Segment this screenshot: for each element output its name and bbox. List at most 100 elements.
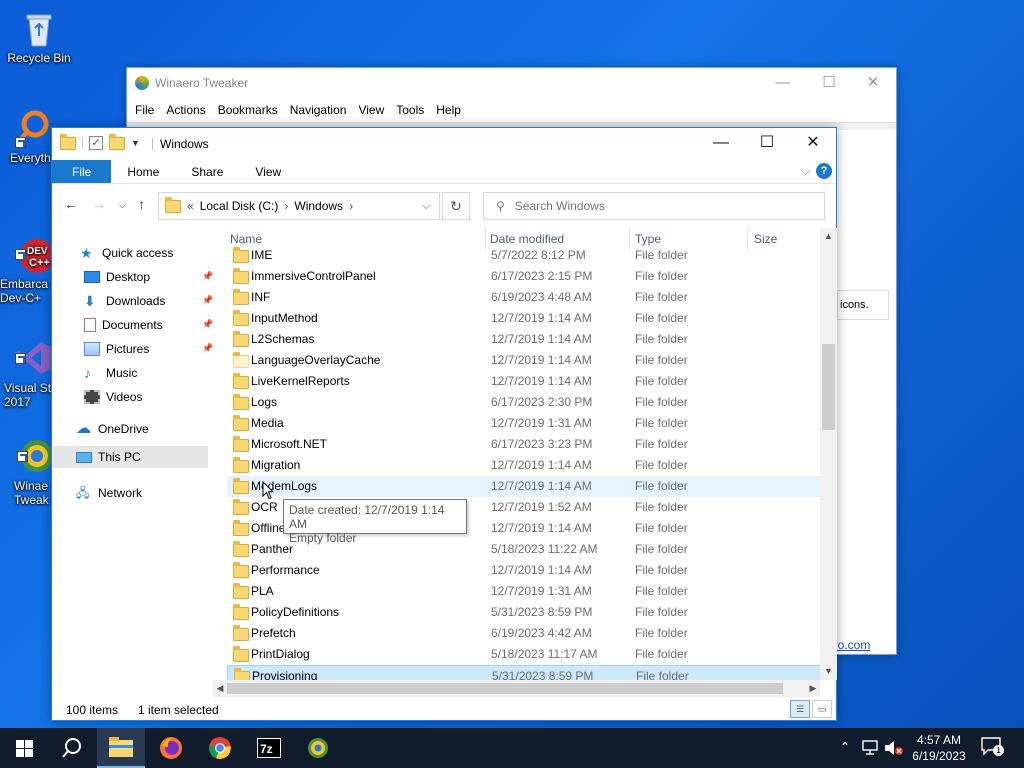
tab-file[interactable]: File (52, 160, 112, 183)
tab-home[interactable]: Home (111, 160, 175, 183)
table-row[interactable]: ModemLogs 12/7/2019 1:14 AM File folder (227, 476, 821, 497)
pin-icon[interactable]: 📌 (202, 343, 213, 353)
table-row[interactable]: Provisioning 5/31/2023 8:59 PM File folder (227, 665, 821, 680)
search-button[interactable] (48, 728, 96, 768)
nav-downloads[interactable]: ⬇ Downloads 📌 (84, 290, 213, 312)
large-icons-view-button[interactable]: ▭ (812, 700, 832, 718)
pin-icon[interactable]: 📌 (202, 319, 213, 329)
forward-button[interactable]: → (92, 196, 106, 212)
network-disconnected-icon[interactable] (862, 740, 880, 756)
taskbar-winaero-tweaker[interactable] (294, 728, 342, 768)
nav-this-pc[interactable]: This PC (52, 446, 208, 468)
table-row[interactable]: L2Schemas 12/7/2019 1:14 AM File folder (227, 329, 821, 350)
close-button[interactable]: ✕ (790, 128, 836, 158)
scroll-right-icon[interactable]: ▶ (806, 680, 820, 697)
winaero-menu-help[interactable]: Help (430, 103, 467, 117)
table-row[interactable]: InputMethod 12/7/2019 1:14 AM File folder (227, 308, 821, 329)
pin-icon[interactable]: 📌 (202, 295, 213, 305)
winaero-maximize-button[interactable]: ☐ (807, 72, 851, 94)
tooltip-description: Empty folder (289, 531, 357, 545)
winaero-close-button[interactable]: ✕ (851, 72, 895, 94)
table-row[interactable]: Media 12/7/2019 1:31 AM File folder (227, 413, 821, 434)
explorer-title-bar[interactable]: ✓ ▼ Windows — ☐ ✕ (52, 128, 836, 160)
file-rows: IME 5/7/2022 8:12 PM File folder ImmersiveC… (227, 234, 821, 680)
scroll-left-icon[interactable]: ◀ (213, 680, 227, 697)
show-hidden-icons-icon[interactable]: ⌃ (840, 740, 850, 754)
table-row[interactable]: PrintDialog 5/18/2023 11:17 AM File folder (227, 644, 821, 665)
table-row[interactable]: LanguageOverlayCache 12/7/2019 1:14 AM Fil… (227, 350, 821, 371)
search-input[interactable] (514, 199, 795, 213)
nav-pictures[interactable]: Pictures 📌 (84, 338, 213, 360)
details-view-button[interactable]: ☰ (790, 700, 810, 718)
nav-documents[interactable]: Documents 📌 (84, 314, 213, 336)
maximize-button[interactable]: ☐ (744, 128, 790, 158)
vertical-scroll-thumb[interactable] (822, 344, 835, 430)
breadcrumb-windows[interactable]: Windows (294, 199, 343, 213)
table-row[interactable]: ImmersiveControlPanel 6/17/2023 2:15 PM Fi… (227, 266, 821, 287)
system-clock[interactable]: 4:57 AM 6/19/2023 (906, 732, 972, 764)
table-row[interactable]: Microsoft.NET 6/17/2023 3:23 PM File folde… (227, 434, 821, 455)
folder-icon (233, 394, 249, 410)
table-row[interactable]: PLA 12/7/2019 1:31 AM File folder (227, 581, 821, 602)
scroll-down-icon[interactable]: ▼ (820, 663, 837, 680)
pin-icon[interactable]: 📌 (202, 271, 213, 281)
shortcut-arrow-icon (15, 137, 26, 148)
vertical-scrollbar[interactable]: ▲ ▼ (820, 228, 837, 680)
address-bar[interactable]: « Local Disk (C:) › Windows › (158, 192, 440, 220)
winaero-menu-file[interactable]: File (129, 103, 160, 117)
table-row[interactable]: Prefetch 6/19/2023 4:42 AM File folder (227, 623, 821, 644)
minimize-button[interactable]: — (698, 128, 744, 158)
winaero-menu-navigation[interactable]: Navigation (284, 103, 353, 117)
nav-desktop[interactable]: Desktop 📌 (84, 266, 213, 288)
action-center-button[interactable]: 1 (980, 736, 1006, 760)
winaero-menu-view[interactable]: View (352, 103, 390, 117)
taskbar-7zip[interactable]: 7z (245, 728, 293, 768)
table-row[interactable]: Logs 6/17/2023 2:30 PM File folder (227, 392, 821, 413)
search-box[interactable]: ⚲ (483, 192, 825, 220)
table-row[interactable]: PolicyDefinitions 5/31/2023 8:59 PM File f… (227, 602, 821, 623)
nav-onedrive[interactable]: ☁ OneDrive (76, 418, 210, 440)
address-overflow[interactable]: « (187, 199, 194, 213)
winaero-menu-tools[interactable]: Tools (390, 103, 430, 117)
nav-network[interactable]: 🖧 Network (76, 482, 210, 504)
table-row[interactable]: INF 6/19/2023 4:48 AM File folder (227, 287, 821, 308)
winaero-menu-bookmarks[interactable]: Bookmarks (212, 103, 284, 117)
tab-view[interactable]: View (239, 160, 297, 183)
table-row[interactable]: LiveKernelReports 12/7/2019 1:14 AM File f… (227, 371, 821, 392)
start-button[interactable] (0, 728, 48, 768)
nav-quick-access[interactable]: ★ Quick access (80, 242, 210, 264)
winaero-minimize-button[interactable]: — (761, 72, 805, 94)
table-row[interactable]: Migration 12/7/2019 1:14 AM File folder (227, 455, 821, 476)
table-row[interactable]: Performance 12/7/2019 1:14 AM File folder (227, 560, 821, 581)
taskbar-file-explorer[interactable] (97, 728, 145, 768)
winaero-menu-actions[interactable]: Actions (160, 103, 211, 117)
new-folder-icon[interactable] (109, 133, 125, 150)
up-button[interactable]: ↑ (138, 196, 145, 212)
breadcrumb-local-disk[interactable]: Local Disk (C:) (200, 199, 279, 213)
scroll-up-icon[interactable]: ▲ (820, 228, 837, 245)
chevron-right-icon[interactable]: › (349, 199, 353, 213)
help-icon[interactable]: ? (816, 163, 832, 179)
tab-share[interactable]: Share (175, 160, 239, 183)
nav-label: Videos (106, 390, 143, 404)
volume-muted-icon[interactable] (884, 740, 904, 756)
document-icon (84, 318, 96, 332)
chevron-right-icon[interactable]: › (284, 199, 288, 213)
horizontal-scroll-thumb[interactable] (227, 683, 783, 694)
horizontal-scrollbar[interactable]: ◀ ▶ (213, 680, 820, 697)
expand-ribbon-icon[interactable]: ⌵ (801, 164, 810, 179)
properties-icon[interactable]: ✓ (89, 136, 103, 150)
nav-videos[interactable]: Videos (84, 386, 210, 408)
file-type: File folder (635, 248, 688, 262)
table-row[interactable]: IME 5/7/2022 8:12 PM File folder (227, 245, 821, 266)
address-dropdown-icon[interactable]: ⌵ (412, 192, 440, 220)
taskbar-firefox[interactable] (147, 728, 195, 768)
file-explorer-window[interactable]: ✓ ▼ Windows — ☐ ✕ File Home Share View ⌵… (51, 127, 837, 721)
taskbar-chrome[interactable] (196, 728, 244, 768)
desktop-icon-recycle-bin[interactable]: Recycle Bin (2, 8, 76, 65)
refresh-button[interactable]: ↻ (442, 192, 470, 220)
customize-qat-icon[interactable]: ▼ (131, 138, 140, 148)
recent-locations-icon[interactable]: ⌵ (119, 200, 126, 211)
back-button[interactable]: ← (64, 196, 78, 212)
nav-music[interactable]: ♪ Music (84, 362, 210, 384)
